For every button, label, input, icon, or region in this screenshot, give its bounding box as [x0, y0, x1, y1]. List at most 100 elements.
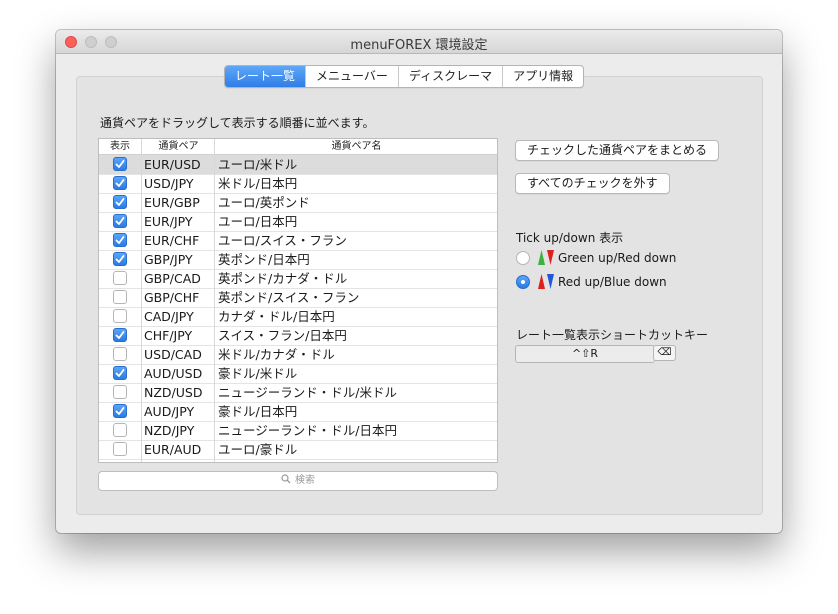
show-checkbox[interactable]: [113, 195, 127, 209]
pair-name: ニュージーランド・ドル/日本円: [218, 423, 397, 438]
table-row[interactable]: USD/CAD 米ドル/カナダ・ドル: [99, 345, 497, 365]
table-row[interactable]: GBP/JPY 英ポンド/日本円: [99, 250, 497, 270]
checkmark-icon: [115, 369, 125, 377]
show-checkbox[interactable]: [113, 404, 127, 418]
pair-name: 英ポンド/スイス・フラン: [218, 290, 360, 305]
show-checkbox[interactable]: [113, 366, 127, 380]
pair-code: USD/CAD: [144, 347, 202, 362]
pair-code: USD/JPY: [144, 176, 194, 191]
table-row[interactable]: NZD/USD ニュージーランド・ドル/米ドル: [99, 383, 497, 403]
checkmark-icon: [115, 198, 125, 206]
red-up-blue-down-icon: [538, 274, 554, 289]
show-checkbox[interactable]: [113, 214, 127, 228]
tab-bar: レート一覧 メニューバー ディスクレーマ アプリ情報: [224, 65, 585, 88]
checkmark-icon: [115, 255, 125, 263]
show-checkbox[interactable]: [113, 290, 127, 304]
pair-name: ユーロ/日本円: [218, 214, 298, 229]
table-row[interactable]: EUR/CHF ユーロ/スイス・フラン: [99, 231, 497, 251]
pair-name: 米ドル/日本円: [218, 176, 298, 191]
checkmark-icon: [115, 217, 125, 225]
pair-code: AUD/USD: [144, 366, 203, 381]
search-field[interactable]: 検索: [98, 471, 498, 491]
window-title: menuFOREX 環境設定: [350, 38, 488, 53]
pair-code: EUR/JPY: [144, 214, 193, 229]
pair-code: AUD/JPY: [144, 404, 195, 419]
show-checkbox[interactable]: [113, 328, 127, 342]
pair-name: 豪ドル/日本円: [218, 404, 298, 419]
show-checkbox[interactable]: [113, 233, 127, 247]
magnifier-icon: [281, 474, 291, 484]
uncheck-all-button[interactable]: すべてのチェックを外す: [515, 173, 670, 194]
pair-name: ユーロ/米ドル: [218, 157, 298, 172]
currency-pair-table[interactable]: 表示 通貨ペア 通貨ペア名 EUR/USD ユーロ/米ドル USD/JPY 米ドル/日…: [98, 138, 498, 463]
table-row[interactable]: GBP/CHF 英ポンド/スイス・フラン: [99, 288, 497, 308]
show-checkbox[interactable]: [113, 271, 127, 285]
pair-code: EUR/CHF: [144, 233, 200, 248]
tick-red-blue-radio[interactable]: [516, 275, 530, 289]
pair-name: ユーロ/スイス・フラン: [218, 233, 347, 248]
pair-code: EUR/AUD: [144, 442, 202, 457]
pair-code: GBP/CHF: [144, 290, 200, 305]
checkmark-icon: [115, 179, 125, 187]
table-row[interactable]: AUD/JPY 豪ドル/日本円: [99, 402, 497, 422]
pair-name: スイス・フラン/日本円: [218, 328, 347, 343]
show-checkbox[interactable]: [113, 309, 127, 323]
pair-name: 豪ドル/米ドル: [218, 366, 298, 381]
pair-code: CHF/JPY: [144, 328, 193, 343]
table-row[interactable]: EUR/GBP ユーロ/英ポンド: [99, 193, 497, 213]
table-row[interactable]: EUR/USD ユーロ/米ドル: [99, 155, 497, 175]
column-header-show[interactable]: 表示: [99, 139, 141, 154]
show-checkbox[interactable]: [113, 252, 127, 266]
column-divider: [141, 139, 142, 462]
preferences-window: menuFOREX 環境設定 レート一覧 メニューバー ディスクレーマ アプリ情…: [56, 30, 782, 533]
table-row[interactable]: EUR/AUD ユーロ/豪ドル: [99, 440, 497, 460]
tick-green-red-label: Green up/Red down: [558, 251, 677, 265]
table-row[interactable]: EUR/JPY ユーロ/日本円: [99, 212, 497, 232]
show-checkbox[interactable]: [113, 385, 127, 399]
group-checked-button[interactable]: チェックした通貨ペアをまとめる: [515, 140, 720, 161]
table-row[interactable]: USD/JPY 米ドル/日本円: [99, 174, 497, 194]
show-checkbox[interactable]: [113, 423, 127, 437]
clear-shortcut-button[interactable]: ⌫: [653, 345, 676, 361]
table-row[interactable]: GBP/CAD 英ポンド/カナダ・ドル: [99, 269, 497, 289]
pair-name: ユーロ/英ポンド: [218, 195, 310, 210]
checkmark-icon: [115, 236, 125, 244]
table-row[interactable]: AUD/USD 豪ドル/米ドル: [99, 364, 497, 384]
show-checkbox[interactable]: [113, 442, 127, 456]
pair-code: NZD/USD: [144, 385, 203, 400]
table-row[interactable]: CAD/JPY カナダ・ドル/日本円: [99, 307, 497, 327]
column-header-pair[interactable]: 通貨ペア: [141, 139, 215, 154]
show-checkbox[interactable]: [113, 176, 127, 190]
pair-name: ユーロ/豪ドル: [218, 442, 298, 457]
tab-app-info[interactable]: アプリ情報: [502, 66, 583, 87]
tab-disclaimer[interactable]: ディスクレーマ: [397, 66, 502, 87]
pair-name: カナダ・ドル/日本円: [218, 309, 335, 324]
show-checkbox[interactable]: [113, 347, 127, 361]
checkmark-icon: [115, 407, 125, 415]
instruction-text: 通貨ペアをドラッグして表示する順番に並べます。: [100, 116, 375, 130]
column-header-name[interactable]: 通貨ペア名: [214, 139, 497, 154]
pair-code: GBP/CAD: [144, 271, 201, 286]
checkmark-icon: [115, 160, 125, 168]
show-checkbox[interactable]: [113, 157, 127, 171]
tick-red-blue-label: Red up/Blue down: [558, 275, 667, 289]
delete-backward-icon: ⌫: [657, 347, 672, 358]
table-row[interactable]: NZD/JPY ニュージーランド・ドル/日本円: [99, 421, 497, 441]
pair-name: 米ドル/カナダ・ドル: [218, 347, 335, 362]
pair-code: CAD/JPY: [144, 309, 194, 324]
checkmark-icon: [115, 331, 125, 339]
pair-name: 英ポンド/日本円: [218, 252, 310, 267]
column-divider: [214, 139, 215, 462]
tick-display-label: Tick up/down 表示: [516, 231, 624, 245]
pair-code: NZD/JPY: [144, 423, 195, 438]
tick-green-red-radio[interactable]: [516, 251, 530, 265]
search-placeholder: 検索: [295, 475, 315, 486]
pair-code: EUR/GBP: [144, 195, 200, 210]
shortcut-label: レート一覧表示ショートカットキー: [516, 328, 709, 342]
tab-rate-list[interactable]: レート一覧: [225, 66, 306, 87]
tab-menubar[interactable]: メニューバー: [305, 66, 398, 87]
pair-name: ニュージーランド・ドル/米ドル: [218, 385, 397, 400]
shortcut-recorder-field[interactable]: ^⇧R: [515, 345, 655, 363]
table-row[interactable]: CHF/JPY スイス・フラン/日本円: [99, 326, 497, 346]
title-bar[interactable]: menuFOREX 環境設定: [56, 30, 782, 54]
